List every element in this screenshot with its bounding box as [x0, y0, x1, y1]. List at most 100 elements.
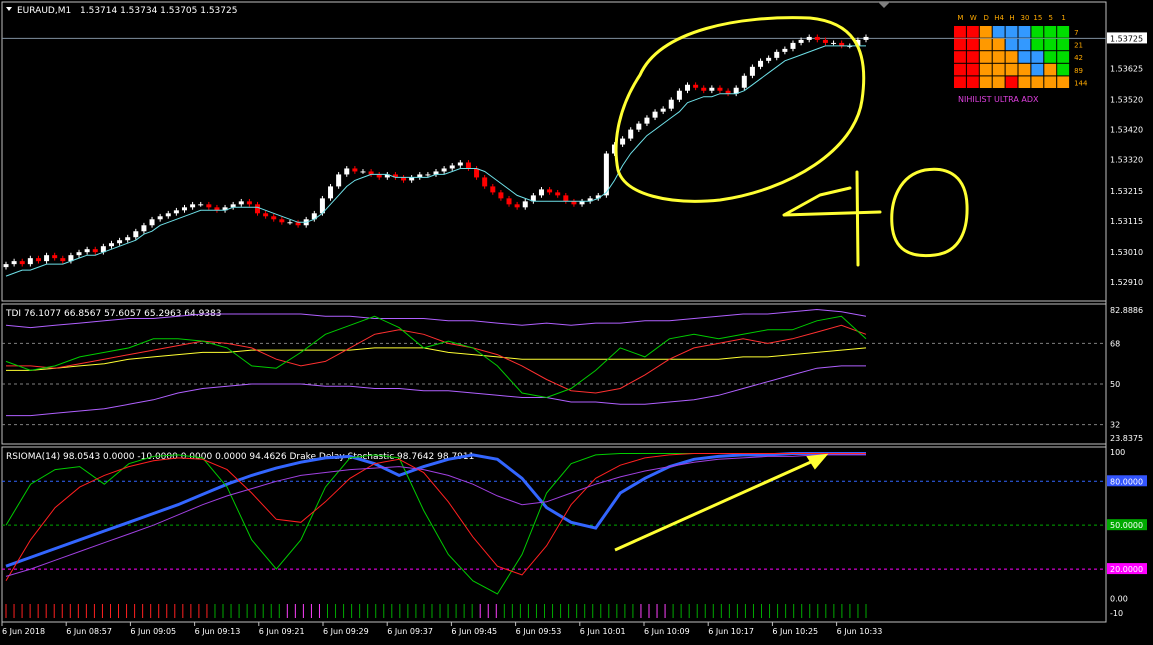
adx-cell: [1018, 26, 1031, 38]
candle-body: [620, 138, 626, 145]
rsioma-histogram-ticks: [5, 604, 867, 618]
candle-body: [190, 204, 196, 208]
adx-cell: [992, 26, 1005, 38]
trading-chart-window: EURAUD,M1 1.53714 1.53734 1.53705 1.5372…: [0, 0, 1153, 645]
candle-body: [11, 261, 17, 265]
indicator-series-line: [5, 315, 867, 399]
candle-body: [506, 198, 512, 205]
candle-body: [822, 39, 828, 43]
adx-cell: [954, 76, 966, 88]
candle-body: [774, 51, 780, 58]
candle-body: [806, 36, 812, 40]
candle-body: [279, 219, 285, 223]
candle-body: [628, 129, 634, 139]
candle-body: [108, 243, 114, 247]
tdi-tick-label: 82.8886: [1110, 306, 1143, 315]
annotation-digit-4-a: [782, 186, 882, 217]
indicator-series-line: [5, 453, 866, 595]
candle-body: [263, 213, 269, 217]
time-tick-label: 6 Jun 09:13: [195, 627, 241, 636]
adx-timeframe-label: W: [970, 14, 977, 22]
candle-body: [863, 36, 869, 40]
tdi-tick-label: 50: [1110, 380, 1120, 389]
candle-body: [685, 84, 691, 91]
adx-cell: [1018, 63, 1031, 76]
main-header-symbol: EURAUD,M1: [17, 6, 71, 16]
adx-period-label: 42: [1074, 54, 1083, 62]
adx-cell: [992, 76, 1005, 88]
price-tick-label: 1.53625: [1110, 64, 1143, 73]
candle-body: [676, 90, 682, 100]
rsioma-header: RSIOMA(14) 98.0543 0.0000 -10.0000 0.000…: [6, 452, 474, 462]
candle-body: [717, 87, 723, 91]
hand-annotations: [614, 16, 969, 552]
candle-body: [19, 261, 25, 265]
candle-body: [749, 66, 755, 76]
rsioma-tick-label: 100: [1110, 448, 1125, 457]
time-tick-label: 6 Jun 09:29: [323, 627, 369, 636]
price-tick-label: 1.53115: [1110, 217, 1143, 226]
adx-cell: [1057, 38, 1070, 51]
adx-period-label: 21: [1074, 42, 1083, 50]
indicator-series-line: [5, 452, 866, 568]
tdi-header: TDI 76.1077 66.8567 57.6057 65.2963 64.9…: [5, 309, 221, 319]
time-tick-label: 6 Jun 09:05: [130, 627, 176, 636]
highlight-ellipse: [614, 16, 866, 203]
adx-cell: [1031, 76, 1044, 88]
time-tick-label: 6 Jun 2018: [2, 627, 45, 636]
adx-cell: [1031, 26, 1044, 38]
adx-timeframe-label: M: [957, 14, 963, 22]
candle-body: [741, 75, 747, 88]
candle-body: [693, 84, 699, 88]
adx-timeframe-label: 30: [1020, 14, 1029, 22]
candle-body: [766, 57, 772, 61]
symbol-menu-icon[interactable]: [6, 7, 12, 11]
candle-body: [636, 123, 642, 130]
candle-body: [181, 207, 187, 211]
candle-body: [457, 162, 463, 166]
adx-cell: [966, 38, 979, 51]
candle-body: [790, 42, 796, 49]
adx-cell: [954, 51, 966, 63]
rsioma-tick-label: 20.0000: [1110, 565, 1143, 574]
candle-body: [141, 225, 147, 232]
candle-body: [76, 252, 82, 256]
time-tick-label: 6 Jun 10:17: [708, 627, 754, 636]
adx-cell: [1005, 38, 1018, 51]
candle-body: [547, 189, 553, 193]
tdi-panel-frame: [1, 303, 1107, 445]
candle-body: [271, 216, 277, 220]
candle-body: [522, 201, 528, 208]
candle-body: [490, 186, 496, 193]
candle-body: [344, 168, 350, 175]
candle-body: [701, 87, 707, 91]
adx-period-label: 144: [1074, 79, 1088, 87]
adx-period-label: 89: [1074, 67, 1083, 75]
scroll-marker-icon[interactable]: [878, 2, 890, 8]
moving-average-line: [5, 45, 866, 277]
candle-body: [831, 42, 837, 44]
adx-timeframe-label: H4: [994, 14, 1004, 22]
adx-cell: [954, 63, 966, 76]
candle-body: [165, 213, 171, 217]
tdi-tick-label: 68: [1110, 339, 1120, 348]
adx-cell: [1057, 51, 1070, 63]
adx-cell: [1005, 26, 1018, 38]
rsioma-indicator: [2, 452, 1106, 595]
price-tick-label: 1.52910: [1110, 278, 1143, 287]
candle-body: [555, 192, 561, 196]
main-header-ohlc: 1.53714 1.53734 1.53705 1.53725: [80, 6, 237, 16]
adx-cell: [1044, 63, 1057, 76]
candle-body: [27, 258, 33, 265]
candle-body: [84, 249, 90, 253]
candle-body: [328, 186, 334, 199]
candle-body: [60, 258, 66, 262]
candle-body: [449, 165, 455, 169]
chart-canvas[interactable]: EURAUD,M1 1.53714 1.53734 1.53705 1.5372…: [0, 0, 1153, 645]
price-tick-label: 1.53520: [1110, 96, 1143, 105]
indicator-series-line: [5, 454, 866, 577]
time-tick-label: 6 Jun 10:01: [580, 627, 626, 636]
adx-timeframe-label: 1: [1061, 14, 1065, 22]
adx-cell: [954, 26, 966, 38]
price-tick-label: 1.53420: [1110, 126, 1143, 135]
